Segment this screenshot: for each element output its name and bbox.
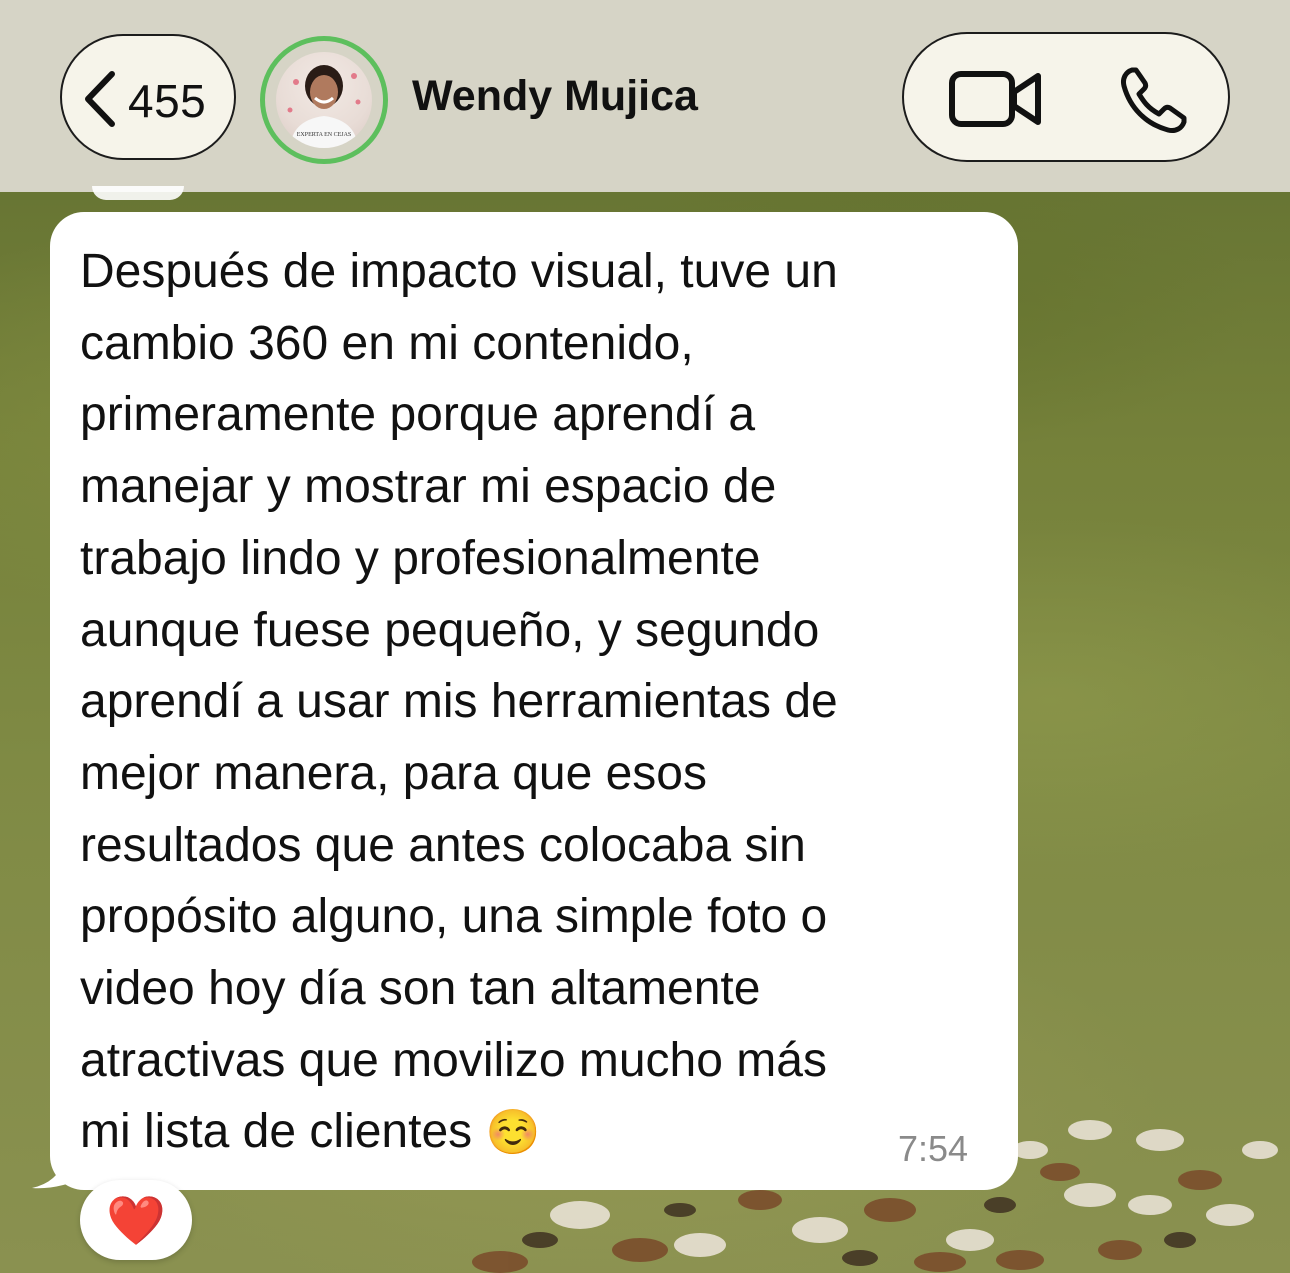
contact-avatar[interactable]: EXPERTA EN CEJAS bbox=[260, 36, 388, 164]
avatar-shirt-text: EXPERTA EN CEJAS bbox=[297, 132, 352, 138]
reaction-heart[interactable]: ❤️ bbox=[80, 1180, 192, 1260]
contact-name[interactable]: Wendy Mujica bbox=[412, 72, 698, 121]
call-buttons-group bbox=[902, 32, 1230, 162]
message-body: Después de impacto visual, tuve un cambi… bbox=[80, 245, 838, 1159]
message-timestamp: 7:54 bbox=[898, 1128, 969, 1169]
person-photo: EXPERTA EN CEJAS bbox=[287, 65, 361, 148]
phone-icon[interactable] bbox=[1118, 64, 1190, 136]
back-button[interactable]: 455 bbox=[60, 34, 236, 160]
chat-header: 455 EXPERTA EN CEJAS Wendy Mujica bbox=[0, 0, 1290, 192]
video-camera-icon[interactable] bbox=[948, 68, 1044, 130]
message-text: Después de impacto visual, tuve un cambi… bbox=[80, 236, 1000, 1169]
relieved-face-emoji: ☺️ bbox=[485, 1108, 541, 1158]
avatar-photo: EXPERTA EN CEJAS bbox=[276, 52, 372, 148]
unread-count: 455 bbox=[128, 75, 207, 127]
previous-bubble-edge bbox=[92, 186, 184, 200]
chevron-left-icon bbox=[85, 71, 115, 127]
